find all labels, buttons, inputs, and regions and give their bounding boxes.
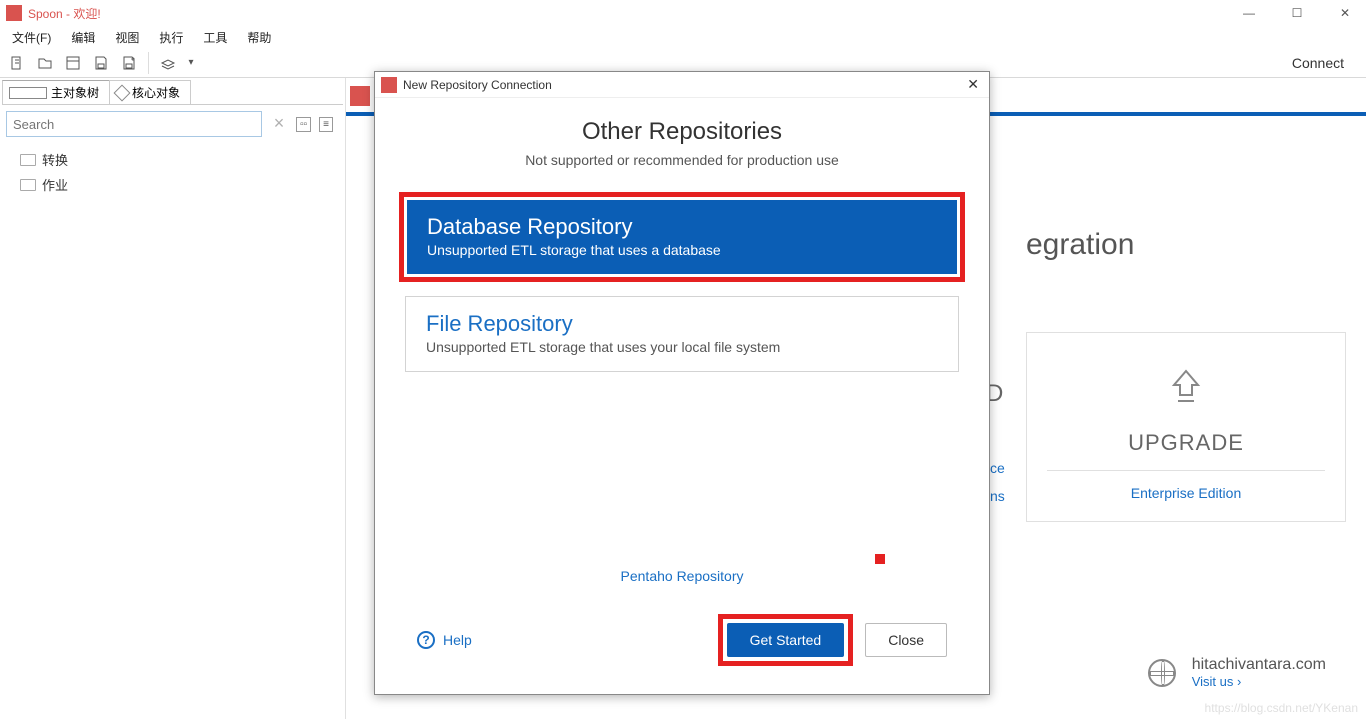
brand-domain: hitachivantara.com <box>1192 656 1326 674</box>
tree-item-transform-label: 转换 <box>42 150 68 169</box>
pentaho-repository-link[interactable]: Pentaho Repository <box>391 568 973 584</box>
dialog-subheading: Not supported or recommended for product… <box>391 152 973 168</box>
app-icon <box>6 5 22 21</box>
folder-icon <box>20 154 36 166</box>
side-link-2[interactable]: ns <box>990 482 1005 510</box>
annotation-highlight-getstarted: Get Started <box>718 614 854 666</box>
welcome-tab-icon[interactable] <box>350 86 370 106</box>
explore-icon[interactable] <box>62 52 84 74</box>
tree-icon <box>9 87 47 99</box>
menu-view[interactable]: 视图 <box>107 27 147 48</box>
maximize-button[interactable]: ☐ <box>1282 6 1312 20</box>
save-as-icon[interactable] <box>118 52 140 74</box>
upgrade-card: UPGRADE Enterprise Edition <box>1026 332 1346 522</box>
annotation-highlight-db: Database Repository Unsupported ETL stor… <box>399 192 965 282</box>
save-icon[interactable] <box>90 52 112 74</box>
enterprise-edition-link[interactable]: Enterprise Edition <box>1047 485 1325 501</box>
folder-icon <box>20 179 36 191</box>
repo-file-title: File Repository <box>426 311 938 337</box>
collapse-all-icon[interactable]: ≡ <box>319 117 333 132</box>
watermark: https://blog.csdn.net/YKenan <box>1205 701 1358 715</box>
repo-db-title: Database Repository <box>427 214 937 240</box>
welcome-heading: egration <box>1026 228 1346 262</box>
visit-us-link[interactable]: Visit us › <box>1192 674 1326 689</box>
open-file-icon[interactable] <box>34 52 56 74</box>
menu-file[interactable]: 文件(F) <box>4 27 59 48</box>
tree-item-transform[interactable]: 转换 <box>20 147 325 172</box>
help-label: Help <box>443 632 472 648</box>
repo-file-desc: Unsupported ETL storage that uses your l… <box>426 339 938 355</box>
pencil-icon <box>114 84 131 101</box>
menu-edit[interactable]: 编辑 <box>63 27 103 48</box>
upload-arrow-icon <box>1047 363 1325 420</box>
help-icon: ? <box>417 631 435 649</box>
repo-db-desc: Unsupported ETL storage that uses a data… <box>427 242 937 258</box>
get-started-button[interactable]: Get Started <box>727 623 845 657</box>
globe-icon <box>1148 659 1176 687</box>
search-input[interactable] <box>6 111 262 137</box>
dialog-titlebar[interactable]: New Repository Connection ✕ <box>375 72 989 98</box>
tree-item-job[interactable]: 作业 <box>20 172 325 197</box>
dialog-title: New Repository Connection <box>403 78 963 92</box>
new-file-icon[interactable] <box>6 52 28 74</box>
menu-run[interactable]: 执行 <box>151 27 191 48</box>
help-link[interactable]: ? Help <box>417 631 472 649</box>
menu-help[interactable]: 帮助 <box>239 27 279 48</box>
sidebar-tab-core-label: 核心对象 <box>132 84 180 101</box>
sidebar-tab-main[interactable]: 主对象树 <box>2 80 110 104</box>
perspective-dropdown-icon[interactable]: ▾ <box>185 52 197 74</box>
side-link-1[interactable]: ce <box>990 454 1005 482</box>
window-title: Spoon - 欢迎! <box>28 5 1234 22</box>
clear-search-icon[interactable]: × <box>268 113 290 135</box>
sidebar-tab-core[interactable]: 核心对象 <box>109 80 191 104</box>
perspective-icon[interactable] <box>157 52 179 74</box>
dialog-heading: Other Repositories <box>391 118 973 146</box>
expand-all-icon[interactable]: ▫▫ <box>296 117 311 132</box>
menu-tools[interactable]: 工具 <box>195 27 235 48</box>
connect-link[interactable]: Connect <box>1292 55 1360 71</box>
divider <box>1047 470 1325 471</box>
repo-option-database[interactable]: Database Repository Unsupported ETL stor… <box>407 200 957 274</box>
new-repository-dialog: New Repository Connection ✕ Other Reposi… <box>374 71 990 695</box>
close-window-button[interactable]: ✕ <box>1330 6 1360 20</box>
sidebar-tab-main-label: 主对象树 <box>51 84 99 101</box>
upgrade-title: UPGRADE <box>1047 430 1325 456</box>
sidebar: 主对象树 核心对象 × ▫▫ ≡ 转换 作业 <box>0 78 346 719</box>
toolbar-divider <box>148 52 149 74</box>
dialog-app-icon <box>381 77 397 93</box>
repo-option-file[interactable]: File Repository Unsupported ETL storage … <box>405 296 959 372</box>
window-titlebar: Spoon - 欢迎! — ☐ ✕ <box>0 0 1366 26</box>
minimize-button[interactable]: — <box>1234 6 1264 20</box>
tree-item-job-label: 作业 <box>42 175 68 194</box>
annotation-dot <box>875 554 885 564</box>
close-button[interactable]: Close <box>865 623 947 657</box>
menu-bar: 文件(F) 编辑 视图 执行 工具 帮助 <box>0 26 1366 48</box>
dialog-close-icon[interactable]: ✕ <box>963 76 983 93</box>
footer-brand: hitachivantara.com Visit us › <box>1148 656 1326 689</box>
